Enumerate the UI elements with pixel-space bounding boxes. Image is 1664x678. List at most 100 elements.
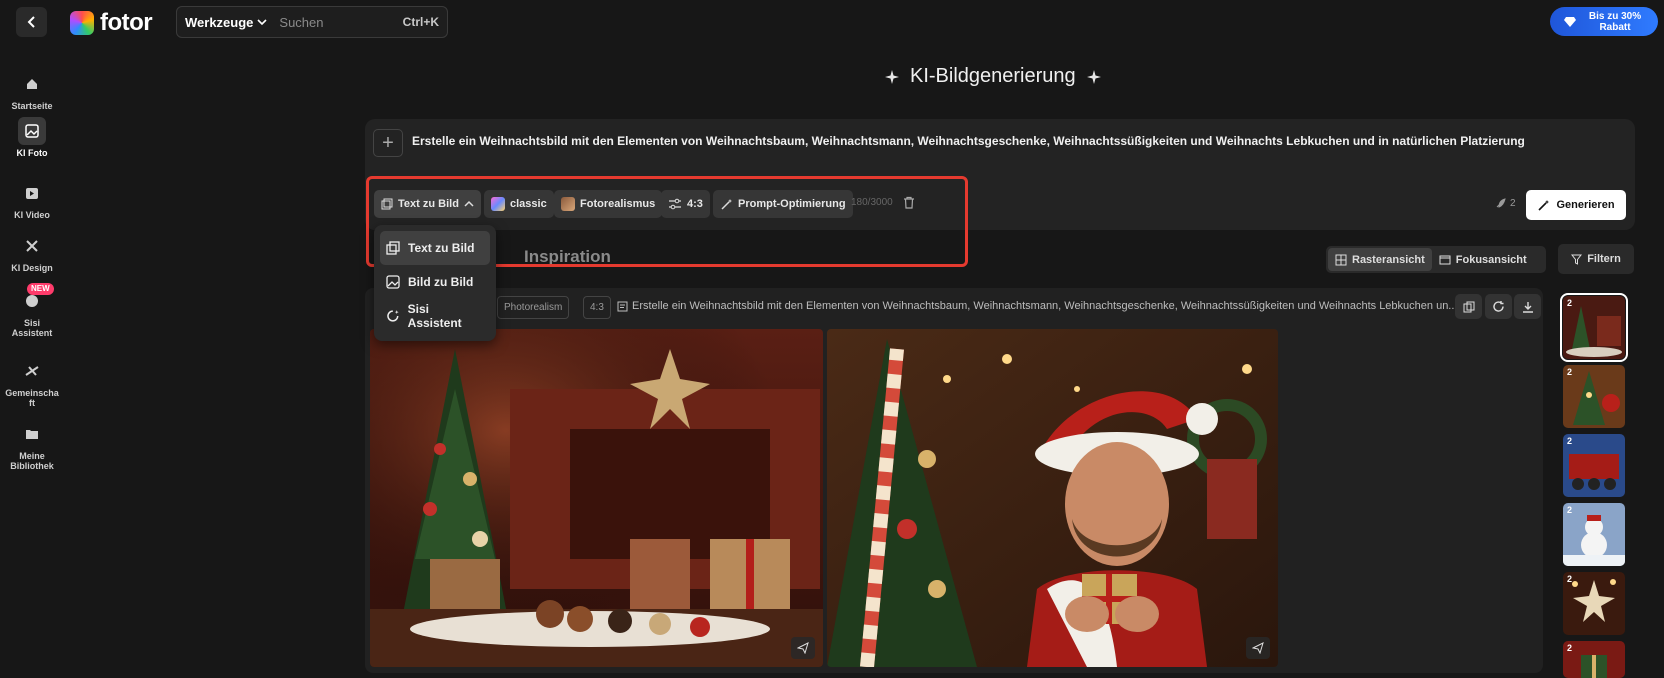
focus-view-button[interactable]: Fokusansicht <box>1432 248 1534 271</box>
chevron-down-icon <box>257 19 267 26</box>
feather-icon <box>1496 198 1506 208</box>
image-action-button[interactable] <box>791 637 815 659</box>
tab-inspiration[interactable]: Inspiration <box>524 247 611 267</box>
copy-button[interactable] <box>1455 294 1482 319</box>
christmas-scene-image <box>370 329 823 667</box>
sidebar-item-label: Sisi Assistent <box>11 318 53 338</box>
view-toggle: Rasteransicht Fokusansicht <box>1326 246 1546 273</box>
history-thumbnail[interactable]: 2 <box>1563 572 1625 635</box>
thumbnail-image <box>1563 641 1625 678</box>
sidebar-item-ki-video[interactable]: KI Video <box>0 179 64 220</box>
image-icon <box>386 275 400 289</box>
filter-button[interactable]: Filtern <box>1558 244 1634 274</box>
mode-dropdown-menu: Text zu Bild Bild zu Bild Sisi Assistent <box>374 225 496 341</box>
refresh-icon <box>1493 301 1504 312</box>
credit-cost: 2 <box>1495 197 1516 209</box>
style-tag: Photorealism <box>497 296 570 319</box>
tools-dropdown[interactable]: Werkzeuge <box>185 15 267 30</box>
santa-portrait-image <box>827 329 1278 667</box>
thumbnail-count: 2 <box>1567 643 1573 653</box>
logo-icon <box>70 11 94 35</box>
optimize-label: Prompt-Optimierung <box>738 198 846 210</box>
generated-image-2[interactable] <box>827 329 1278 667</box>
fotor-logo[interactable]: fotor <box>70 9 153 37</box>
filter-icon <box>1571 254 1583 265</box>
grid-view-button[interactable]: Rasteransicht <box>1328 248 1432 271</box>
style-chip[interactable]: Fotorealismus <box>554 190 663 218</box>
grid-view-label: Rasteransicht <box>1352 253 1425 266</box>
history-thumbnail[interactable]: 2 <box>1563 641 1625 678</box>
sidebar-item-sisi-assistent[interactable]: NEW Sisi Assistent <box>0 283 64 338</box>
mode-label: Text zu Bild <box>398 198 459 210</box>
download-button[interactable] <box>1514 294 1541 319</box>
text-to-image-icon <box>386 241 400 255</box>
generate-button[interactable]: Generieren <box>1526 190 1626 220</box>
sidebar-item-label: KI Foto <box>16 148 48 158</box>
sidebar-item-ki-foto[interactable]: KI Foto <box>0 117 64 158</box>
filter-label: Filtern <box>1587 253 1621 265</box>
thumbnail-image <box>1563 296 1625 359</box>
model-icon <box>491 197 505 211</box>
sidebar-item-label: KI Video <box>14 210 50 220</box>
sidebar-item-label: KI Design <box>11 263 53 273</box>
add-image-button[interactable]: + <box>373 129 403 157</box>
ratio-tag: 4:3 <box>583 296 611 319</box>
sidebar-item-label: Gemeinschaft <box>5 388 59 408</box>
chat-assistant-icon <box>387 310 399 322</box>
ai-photo-icon <box>18 117 46 145</box>
sidebar-item-startseite[interactable]: Startseite <box>0 70 64 111</box>
sidebar-item-label: Startseite <box>11 101 53 111</box>
thumbnail-image <box>1563 572 1625 635</box>
trash-icon[interactable] <box>903 196 915 209</box>
sidebar-item-ki-design[interactable]: KI Design <box>0 232 64 273</box>
history-thumbnail[interactable]: 2 <box>1563 503 1625 566</box>
generated-image-1[interactable] <box>370 329 823 667</box>
text-to-image-icon <box>381 198 393 210</box>
thumbnail-count: 2 <box>1567 505 1573 515</box>
send-icon <box>797 642 809 654</box>
magic-wand-icon <box>721 198 732 210</box>
page-title: KI-Bildgenerierung <box>884 65 1102 88</box>
sidebar-item-label: Meine Bibliothek <box>10 451 54 471</box>
sparkle-icon <box>1086 69 1101 84</box>
prompt-input[interactable]: Erstelle ein Weihnachtsbild mit den Elem… <box>412 134 1525 148</box>
regenerate-button[interactable] <box>1485 294 1512 319</box>
dropdown-item-image-to-image[interactable]: Bild zu Bild <box>380 265 490 299</box>
search-bar[interactable]: Werkzeuge Suchen Ctrl+K <box>176 6 448 38</box>
dropdown-item-text-to-image[interactable]: Text zu Bild <box>380 231 490 265</box>
character-counter: 180/3000 <box>851 197 893 208</box>
back-button[interactable] <box>16 7 47 37</box>
history-thumbnail[interactable]: 2 <box>1563 365 1625 428</box>
model-chip[interactable]: classic <box>484 190 554 218</box>
logo-text: fotor <box>100 9 153 36</box>
history-thumbnail[interactable]: 2 <box>1563 434 1625 497</box>
thumbnail-count: 2 <box>1567 298 1573 308</box>
dropdown-item-label: Bild zu Bild <box>408 275 474 289</box>
ratio-chip[interactable]: 4:3 <box>661 190 710 218</box>
thumbnail-count: 2 <box>1567 367 1573 377</box>
style-label: Fotorealismus <box>580 198 656 210</box>
search-input[interactable]: Suchen <box>279 15 402 30</box>
chevron-up-icon <box>464 200 474 207</box>
text-icon <box>617 301 628 311</box>
dropdown-item-label: Sisi Assistent <box>407 302 462 330</box>
prompt-optimization-toggle[interactable]: Prompt-Optimierung <box>713 190 853 218</box>
magic-wand-icon <box>1538 199 1550 211</box>
sparkle-icon <box>885 69 899 84</box>
mode-dropdown[interactable]: Text zu Bild <box>374 190 481 218</box>
dropdown-item-sisi-assistant[interactable]: Sisi Assistent <box>380 299 490 333</box>
copy-icon <box>1463 301 1474 312</box>
search-shortcut: Ctrl+K <box>402 15 439 29</box>
sidebar-item-meine-bibliothek[interactable]: Meine Bibliothek <box>0 420 64 471</box>
model-label: classic <box>510 198 547 210</box>
thumbnail-count: 2 <box>1567 436 1573 446</box>
dropdown-item-label: Text zu Bild <box>408 241 475 255</box>
ratio-label: 4:3 <box>687 198 703 210</box>
promo-button[interactable]: Bis zu 30% Rabatt <box>1550 7 1658 36</box>
image-action-button[interactable] <box>1246 637 1270 659</box>
sidebar-item-gemeinschaft[interactable]: Gemeinschaft <box>0 357 64 408</box>
result-prompt-text: Erstelle ein Weihnachtsbild mit den Elem… <box>632 300 1458 312</box>
history-thumbnail[interactable]: 2 <box>1560 293 1628 362</box>
focus-view-icon <box>1439 255 1451 264</box>
thumbnail-count: 2 <box>1567 574 1573 584</box>
